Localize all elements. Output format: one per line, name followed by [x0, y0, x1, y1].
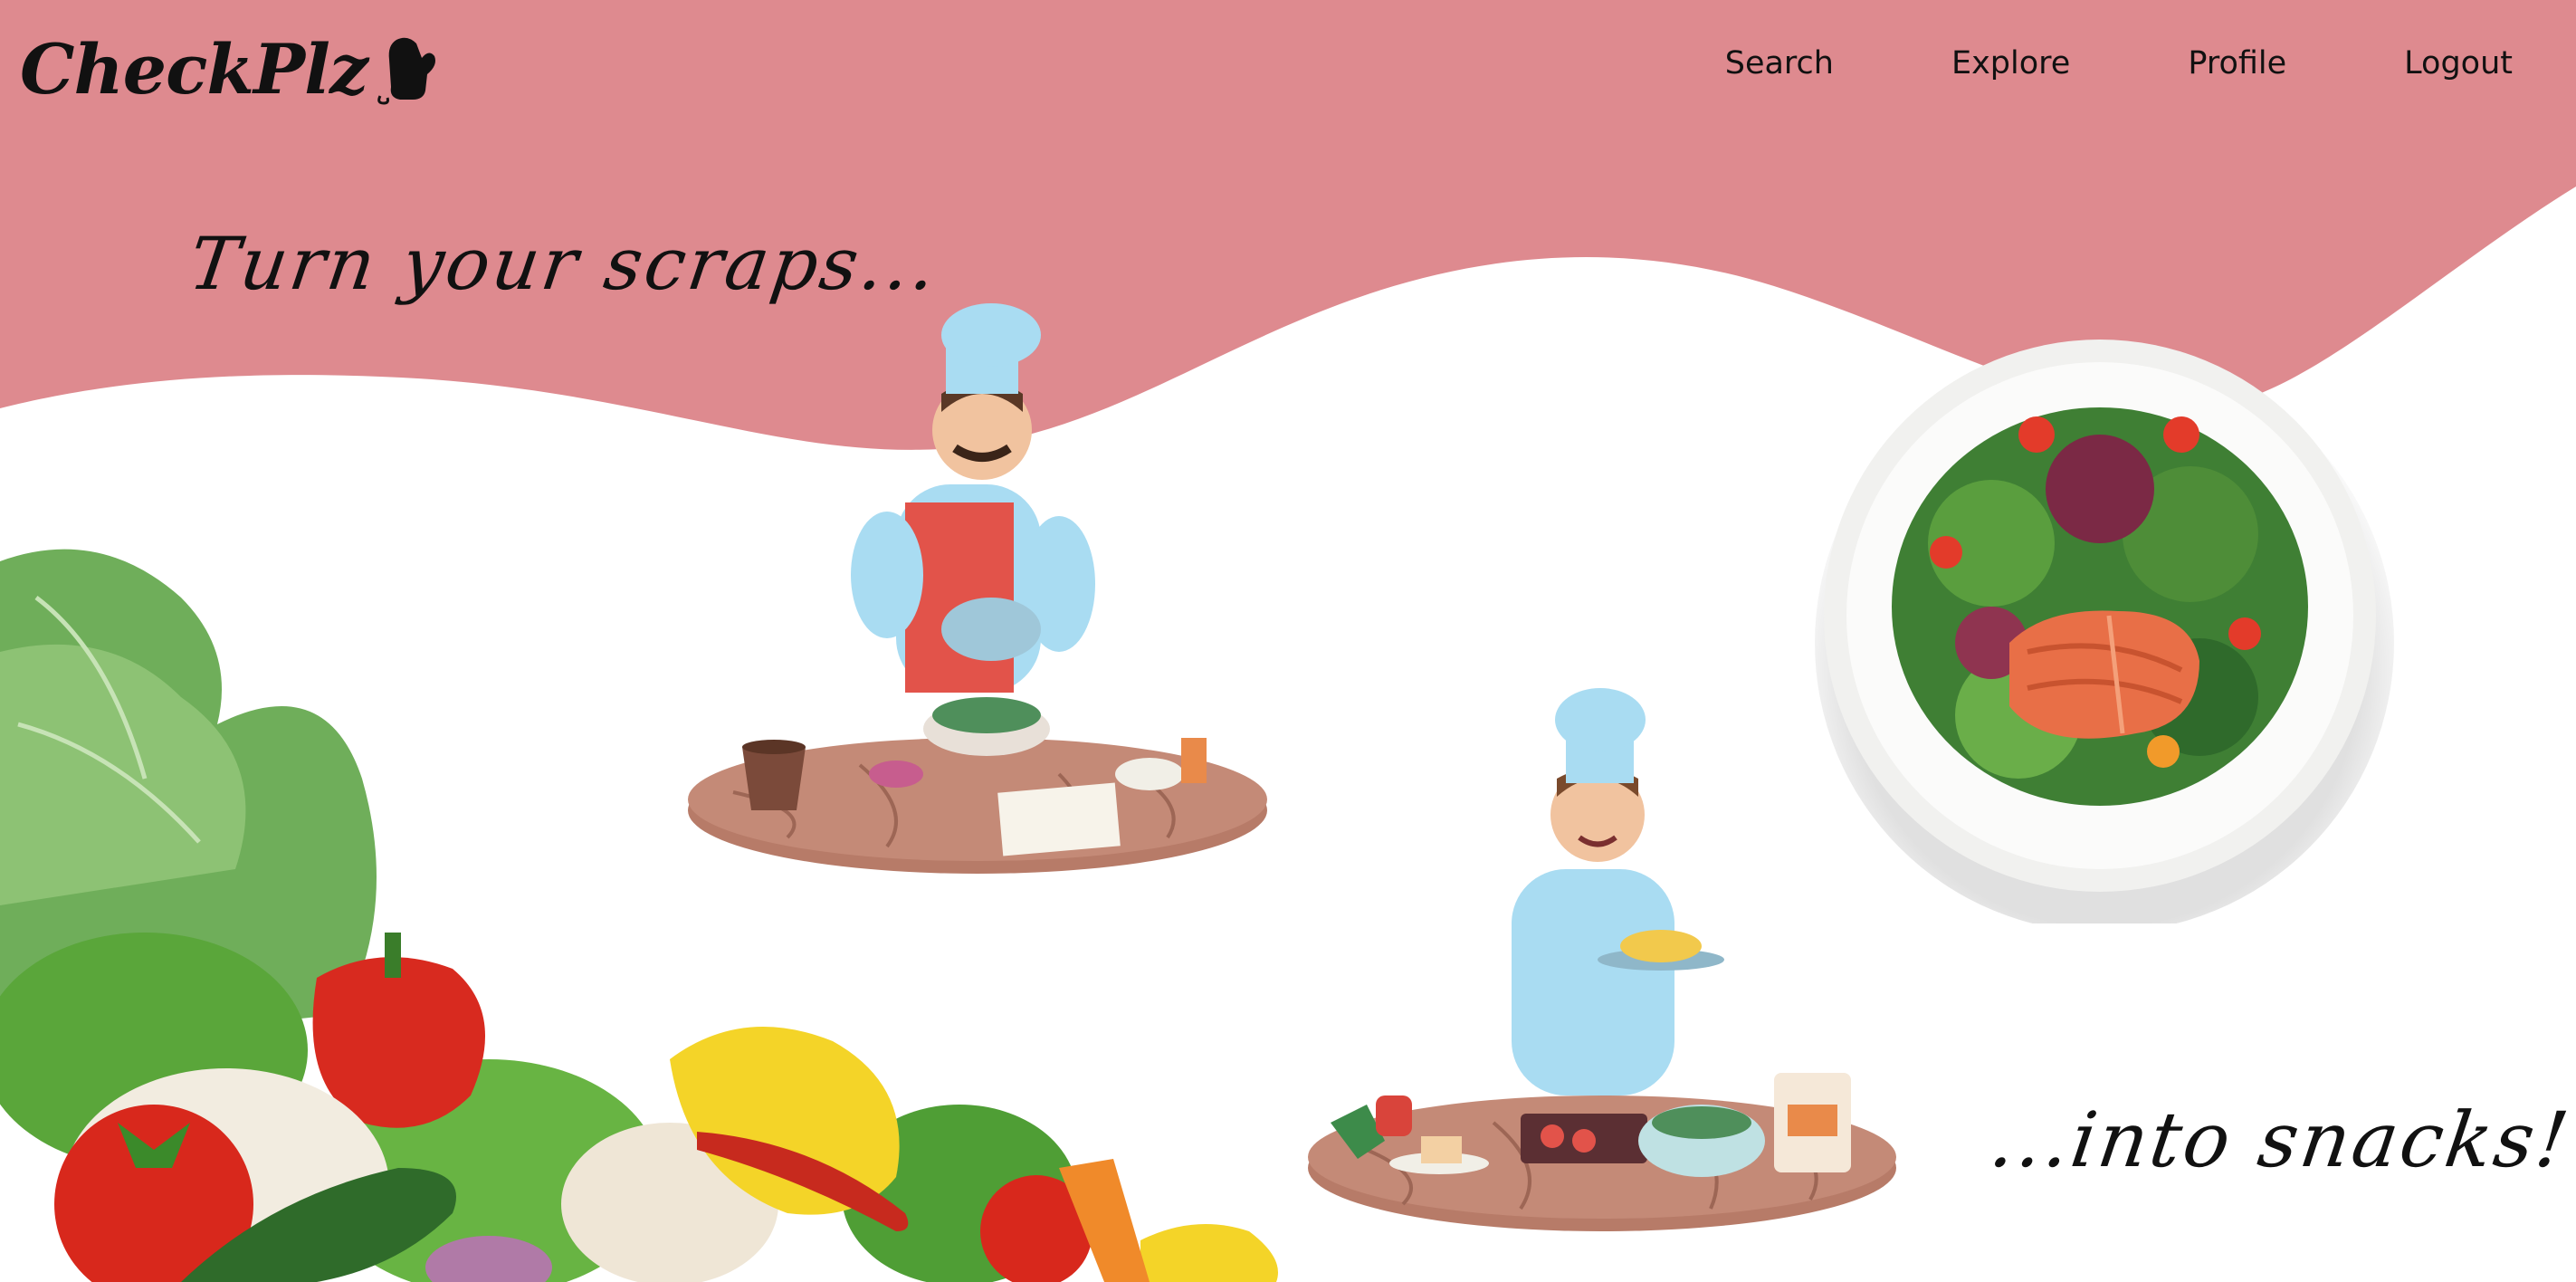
vegetables-pile-photo: [0, 549, 1278, 1282]
tagline-start: Turn your scraps...: [184, 222, 944, 306]
nav-search-link[interactable]: Search: [1725, 45, 1834, 81]
nav-explore-link[interactable]: Explore: [1951, 45, 2070, 81]
salmon-salad-plate-photo: [1815, 340, 2394, 923]
nav-logout-link[interactable]: Logout: [2404, 45, 2513, 81]
brand-logo[interactable]: CheckPlz: [20, 24, 440, 114]
oven-mitt-icon: [377, 37, 436, 105]
nav-profile-link[interactable]: Profile: [2188, 45, 2286, 81]
nav-links: Search Explore Profile Logout: [1608, 45, 2513, 81]
logo-text: CheckPlz: [20, 28, 368, 110]
top-navbar: CheckPlz Search Explore Profile Logout: [0, 0, 2576, 143]
tagline-end: ...into snacks!: [1985, 1095, 2576, 1184]
